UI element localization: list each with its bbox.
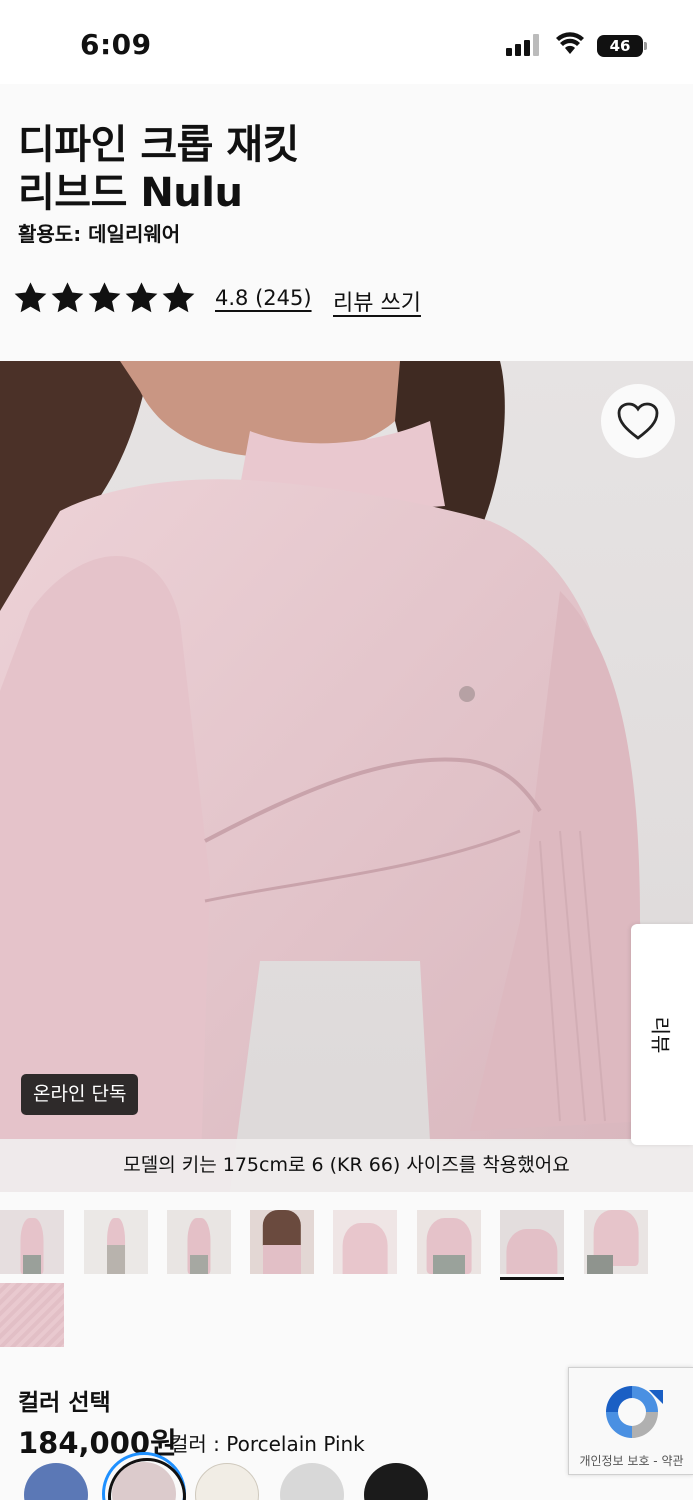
thumbnail[interactable]	[250, 1210, 314, 1274]
star-icon	[51, 282, 84, 313]
model-photo	[0, 361, 650, 1192]
thumbnail[interactable]	[0, 1210, 64, 1274]
color-section-title: 컬러 선택	[18, 1390, 111, 1416]
write-review-link[interactable]: 리뷰 쓰기	[333, 285, 421, 317]
model-size-info: 모델의 키는 175cm로 6 (KR 66) 사이즈를 착용했어요	[0, 1139, 693, 1192]
thumbnail[interactable]	[167, 1210, 231, 1274]
product-header: 디파인 크롭 재킷 리브드 Nulu 활용도: 데일리웨어 4.8 (245) …	[0, 84, 693, 361]
thumbnail-fabric[interactable]	[0, 1283, 64, 1347]
recaptcha-privacy-text[interactable]: 개인정보 보호 - 약관	[569, 1452, 693, 1469]
wishlist-button[interactable]	[601, 384, 675, 458]
color-swatch-light-grey[interactable]	[280, 1463, 344, 1500]
recaptcha-badge[interactable]: 개인정보 보호 - 약관	[568, 1367, 693, 1475]
thumbnail[interactable]	[500, 1210, 564, 1274]
product-title: 디파인 크롭 재킷 리브드 Nulu	[18, 121, 299, 217]
star-icon	[162, 282, 195, 313]
thumbnail-selected-indicator	[500, 1277, 564, 1280]
star-icon	[88, 282, 121, 313]
wifi-icon	[556, 32, 584, 54]
thumbnail[interactable]	[584, 1210, 648, 1274]
rating-link[interactable]: 4.8 (245)	[215, 286, 312, 310]
star-icon	[14, 282, 47, 313]
thumbnail[interactable]	[417, 1210, 481, 1274]
thumbnail[interactable]	[333, 1210, 397, 1274]
rating-stars[interactable]	[12, 280, 197, 317]
review-side-tab[interactable]: 리뷰	[631, 924, 693, 1145]
status-bar: 6:09 46	[0, 0, 693, 84]
heart-icon	[617, 402, 659, 440]
product-title-line1: 디파인 크롭 재킷	[18, 122, 299, 168]
battery-icon: 46	[597, 35, 643, 57]
product-title-line2: 리브드 Nulu	[18, 170, 243, 216]
color-swatch-cream[interactable]	[195, 1463, 259, 1500]
activity-label: 활용도: 데일리웨어	[18, 222, 181, 246]
color-swatch-blue[interactable]	[24, 1463, 88, 1500]
selected-color-label: 컬러 : Porcelain Pink	[170, 1432, 365, 1456]
color-swatch-black[interactable]	[364, 1463, 428, 1500]
star-icon	[125, 282, 158, 313]
battery-tip	[644, 42, 647, 50]
product-hero-image[interactable]	[0, 361, 693, 1192]
online-exclusive-badge: 온라인 단독	[21, 1074, 139, 1115]
thumbnail[interactable]	[84, 1210, 148, 1274]
signal-icon	[506, 34, 540, 56]
review-side-tab-label: 리뷰	[648, 1016, 673, 1053]
status-time: 6:09	[80, 28, 152, 61]
recaptcha-icon	[606, 1386, 663, 1438]
